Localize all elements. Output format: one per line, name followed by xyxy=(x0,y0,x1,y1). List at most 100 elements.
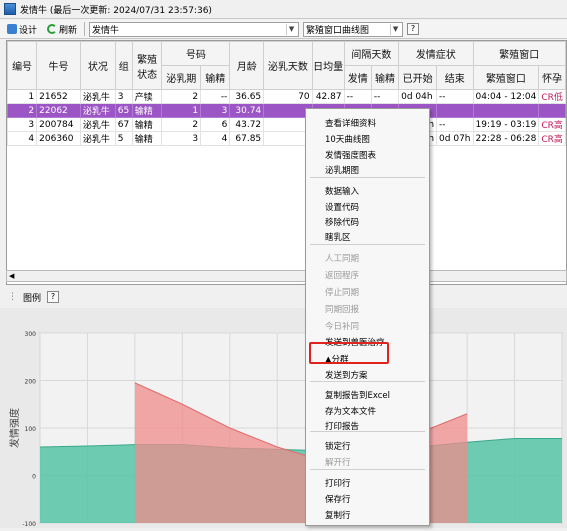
menu-item[interactable]: 10天曲线图 xyxy=(325,133,370,145)
legend-grip-icon: ⋮ xyxy=(8,292,17,302)
col-window[interactable]: 繁殖窗口 xyxy=(472,65,540,90)
category-select[interactable]: 发情牛 ▼ xyxy=(89,21,300,37)
col-heat-started[interactable]: 已开始 xyxy=(398,65,438,90)
menu-item[interactable]: 今日补同 xyxy=(325,320,359,332)
cell-age: 36.65 xyxy=(229,89,265,104)
cell-preg: CR高 xyxy=(538,117,566,132)
col-group[interactable]: 组 xyxy=(114,41,133,90)
menu-item[interactable]: 打印行 xyxy=(325,477,351,489)
y-tick-label: 100 xyxy=(25,426,37,433)
menu-item[interactable]: 同期回报 xyxy=(325,303,359,315)
menu-item[interactable]: 发情强度图表 xyxy=(325,149,376,161)
cell-index: 3 xyxy=(7,117,38,132)
col-group-heat: 发情症状 xyxy=(398,41,474,66)
col-cow-no[interactable]: 牛号 xyxy=(36,41,81,90)
app-icon xyxy=(4,3,16,15)
legend-label[interactable]: 图例 xyxy=(23,291,41,304)
context-menu: 查看详细资料 10天曲线图 发情强度图表 泌乳期图数据输入设置代码移除代码瞎乳区人工同… xyxy=(305,108,430,526)
cell-end xyxy=(436,103,474,118)
y-axis-label: 发情强度 xyxy=(8,408,21,448)
table-row[interactable]: 3 200784 泌乳牛 67 输精 2 6 43.72 3h -- 19:19… xyxy=(7,117,566,132)
menu-separator xyxy=(310,244,425,245)
cell-breed: 产犊 xyxy=(131,89,163,104)
menu-item[interactable]: 移除代码 xyxy=(325,216,359,228)
refresh-icon xyxy=(47,24,58,34)
category-select-value: 发情牛 xyxy=(92,25,120,36)
cell-index: 1 xyxy=(7,89,38,104)
col-age-month[interactable]: 月龄 xyxy=(229,41,265,90)
scroll-left-icon[interactable]: ◀ xyxy=(9,272,14,280)
col-heat-end[interactable]: 结束 xyxy=(436,65,474,90)
legend-help-button[interactable]: ? xyxy=(47,291,60,303)
menu-item[interactable]: 人工同期 xyxy=(325,252,359,264)
cell-cow-no: 21652 xyxy=(36,89,81,104)
y-tick-label: 300 xyxy=(25,331,37,338)
col-index[interactable]: 编号 xyxy=(7,41,38,90)
col-daily-avg[interactable]: 日均量 xyxy=(311,41,345,90)
cell-group: 3 xyxy=(114,89,133,104)
cell-lact: 2 xyxy=(161,89,202,104)
col-group-window: 繁殖窗口 xyxy=(472,41,566,66)
menu-item[interactable]: 泌乳期图 xyxy=(325,164,359,176)
menu-item[interactable]: 查看详细资料 xyxy=(325,117,376,129)
col-interval-insem[interactable]: 输精 xyxy=(370,65,400,90)
cell-index: 2 xyxy=(7,103,38,118)
col-breed-status[interactable]: 繁殖状态 xyxy=(131,41,163,90)
col-milk-days[interactable]: 泌乳天数 xyxy=(263,41,313,90)
view-select-value: 繁殖窗口曲线图 xyxy=(306,25,370,36)
cell-started: 0d 04h xyxy=(398,89,438,104)
menu-item[interactable]: 保存行 xyxy=(325,493,351,505)
cell-group: 67 xyxy=(114,117,133,132)
menu-separator xyxy=(310,381,425,382)
col-status[interactable]: 状况 xyxy=(79,41,116,90)
cell-status: 泌乳牛 xyxy=(79,131,116,146)
chart-panel: 300 200 100 0 -100 发情强度 xyxy=(0,308,567,528)
cell-status: 泌乳牛 xyxy=(79,117,116,132)
table-row-selected[interactable]: 2 22062 泌乳牛 65 输精 1 3 30.74 xyxy=(7,103,566,118)
menu-item[interactable]: 存为文本文件 xyxy=(325,405,376,417)
cell-group: 65 xyxy=(114,103,133,118)
col-interval-heat[interactable]: 发情 xyxy=(343,65,372,90)
menu-item[interactable]: 停止同期 xyxy=(325,286,359,298)
cell-iinsem: -- xyxy=(370,89,400,104)
cell-end: 0d 07h xyxy=(436,131,474,146)
cell-cow-no: 200784 xyxy=(36,117,81,132)
grid-horizontal-scrollbar[interactable]: ◀ xyxy=(6,270,567,282)
cell-breed: 输精 xyxy=(131,131,163,146)
cell-cow-no: 22062 xyxy=(36,103,81,118)
cell-window xyxy=(472,103,540,118)
chevron-down-icon: ▼ xyxy=(286,23,296,35)
table-row[interactable]: 1 21652 泌乳牛 3 产犊 2 -- 36.65 70 42.87 -- … xyxy=(7,89,566,104)
col-insem-no[interactable]: 输精 xyxy=(200,65,231,90)
menu-item[interactable]: 复制行 xyxy=(325,509,351,521)
refresh-button[interactable]: 刷新 xyxy=(44,22,80,37)
cell-window: 19:19 - 03:19 xyxy=(472,117,540,132)
menu-item[interactable]: 数据输入 xyxy=(325,185,359,197)
col-pregnant[interactable]: 怀孕 xyxy=(538,65,566,90)
window-title: 发情牛 (最后一次更新: 2024/07/31 23:57:36) xyxy=(20,5,212,16)
cell-days: 70 xyxy=(263,89,313,104)
cell-insem: 4 xyxy=(200,131,231,146)
table-row[interactable]: 4 206360 泌乳牛 5 输精 3 4 67.85 8h 0d 07h 22… xyxy=(7,131,566,146)
cell-index: 4 xyxy=(7,131,38,146)
legend-bar: ⋮ 图例 ? xyxy=(0,289,567,305)
design-button[interactable]: 设计 xyxy=(4,22,40,37)
design-icon xyxy=(7,24,17,34)
cell-lact: 2 xyxy=(161,117,202,132)
menu-item[interactable]: 锁定行 xyxy=(325,440,351,452)
col-lactation-no[interactable]: 泌乳期 xyxy=(161,65,202,90)
window-titlebar: 发情牛 (最后一次更新: 2024/07/31 23:57:36) xyxy=(0,0,567,19)
menu-item[interactable]: 设置代码 xyxy=(325,201,359,213)
cell-group: 5 xyxy=(114,131,133,146)
help-button[interactable]: ? xyxy=(407,23,420,35)
menu-separator xyxy=(310,431,425,432)
menu-item[interactable]: 复制报告到Excel xyxy=(325,389,390,401)
menu-item[interactable]: 返回程序 xyxy=(325,269,359,281)
menu-item[interactable]: 发送到方案 xyxy=(325,369,368,381)
cell-lact: 3 xyxy=(161,131,202,146)
cell-age: 30.74 xyxy=(229,103,265,118)
view-select[interactable]: 繁殖窗口曲线图 ▼ xyxy=(303,21,404,37)
menu-item[interactable]: 解开行 xyxy=(325,456,351,468)
y-tick-label: 200 xyxy=(25,379,37,386)
menu-item[interactable]: 瞎乳区 xyxy=(325,231,351,243)
